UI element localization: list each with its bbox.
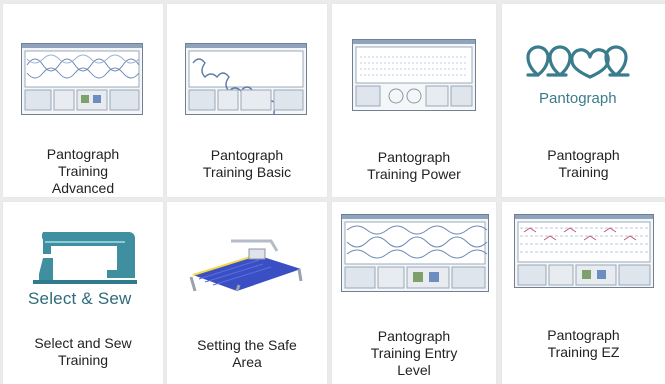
software-screenshot-thumbnail [514, 214, 654, 288]
select-sew-logo-text: Select & Sew [28, 289, 132, 308]
tile-caption: Pantograph Training Power [367, 149, 461, 182]
tile-select-and-sew-training[interactable]: Select & Sew Select and Sew Training [3, 202, 163, 384]
software-screenshot-thumbnail [21, 43, 143, 115]
tile-caption: Select and Sew Training [34, 335, 132, 368]
pantograph-logo-text: Pantograph [539, 90, 617, 107]
tile-caption: Setting the Safe Area [197, 337, 297, 370]
software-screenshot-thumbnail [185, 43, 307, 115]
tile-caption: Pantograph Training [547, 147, 620, 180]
tile-pantograph-training-power[interactable]: Pantograph Training Power [332, 4, 496, 197]
tile-caption: Pantograph Training Entry Level [370, 328, 458, 378]
video-gallery: { "tiles": [ {"id":"pantograph-training-… [0, 0, 665, 384]
tile-pantograph-training-advanced[interactable]: Pantograph Training Advanced [3, 4, 163, 197]
quilting-frame-image [189, 239, 303, 292]
software-screenshot-thumbnail [341, 214, 489, 292]
tile-pantograph-training-entry-level[interactable]: Pantograph Training Entry Level [332, 202, 496, 384]
tile-pantograph-training-basic[interactable]: Pantograph Training Basic [167, 4, 327, 197]
sewing-machine-icon [33, 232, 137, 284]
tile-pantograph-training[interactable]: Pantograph Pantograph Training [502, 4, 665, 197]
tile-caption: Pantograph Training Basic [202, 147, 292, 180]
tile-pantograph-training-ez[interactable]: Pantograph Training EZ [502, 202, 665, 384]
tile-caption: Pantograph Training Advanced [46, 146, 120, 196]
software-screenshot-thumbnail [352, 39, 476, 111]
tile-caption: Pantograph Training EZ [547, 327, 620, 360]
tile-setting-the-safe-area[interactable]: Setting the Safe Area [167, 202, 327, 384]
pantograph-logo-icon [526, 45, 630, 79]
